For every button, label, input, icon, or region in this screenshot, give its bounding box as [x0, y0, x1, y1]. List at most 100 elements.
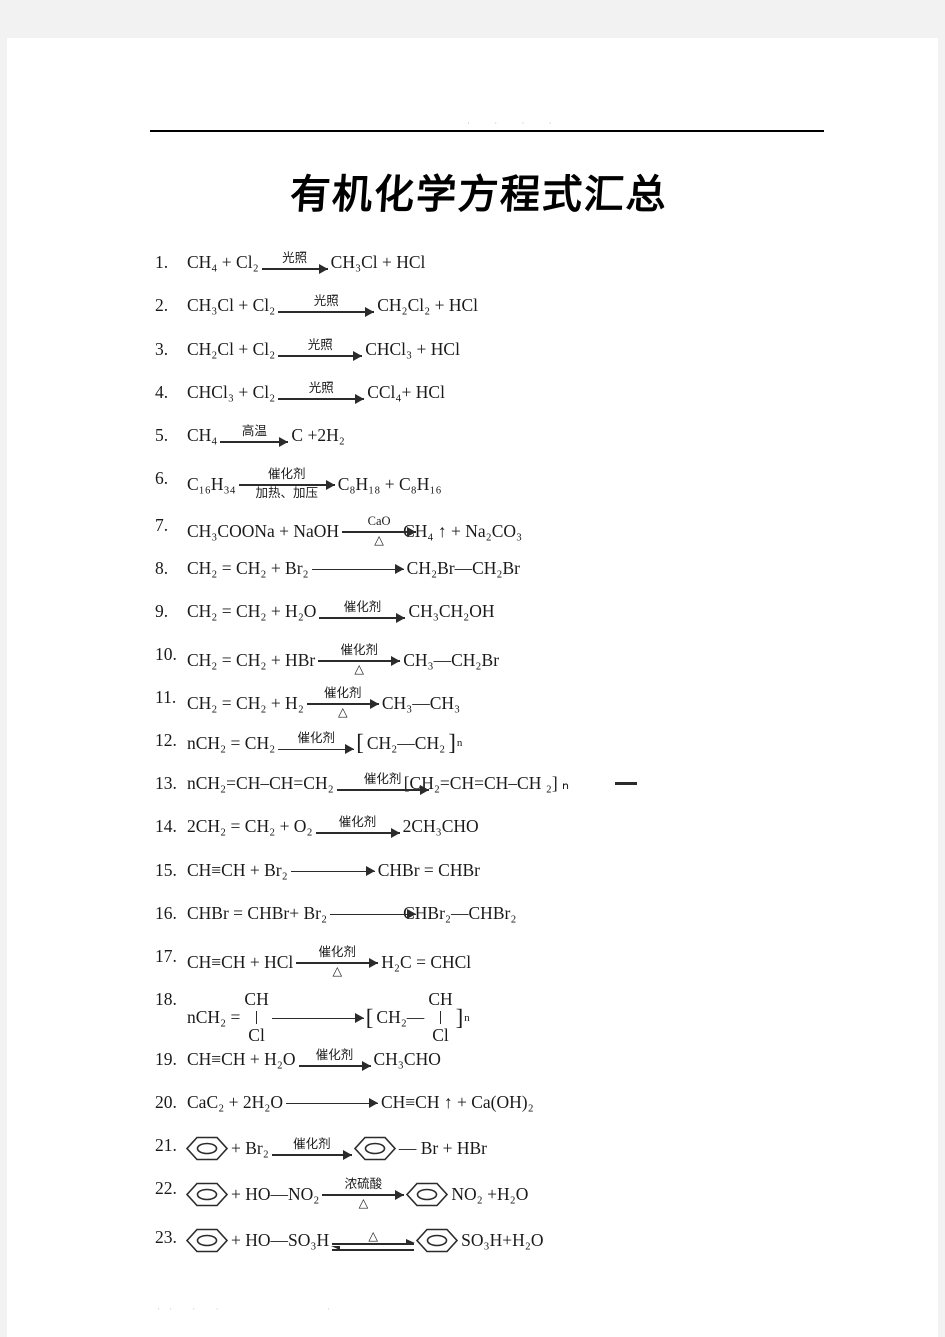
equation-row: 8. CH₂ = CH₂ + Br₂ CH₂Br—CH₂Br — [7, 558, 945, 579]
benzene-ring-reactant-icon — [185, 1227, 229, 1254]
equation-row: 16. CHBr = CHBr+ Br₂ CHBr₂—CHBr₂ — [7, 903, 945, 924]
arrow-shaft — [271, 1013, 364, 1023]
product-text: CH₂— — [376, 1007, 425, 1027]
equation-row: 10. CH₂ = CH₂ + HBr 催化剂 △ CH₃—CH₂Br — [7, 643, 945, 676]
reaction-arrow: 光照 — [278, 294, 375, 317]
equation-row: 11. CH₂ = CH₂ + H₂ 催化剂 △ CH₃—CH₃ — [7, 686, 945, 719]
arrow-shaft — [220, 436, 289, 447]
polymer-bracket-open: [ — [356, 730, 364, 755]
reactant-text: CH₂ = CH₂ + Br₂ — [187, 558, 309, 578]
equation-number: 7. — [155, 515, 169, 535]
arrow-shaft — [238, 479, 335, 490]
equation-number: 8. — [155, 558, 169, 578]
equation-number: 15. — [155, 860, 177, 880]
equation-body: nCH₂ = CH Cl[CH₂— CH Cl] n — [185, 989, 470, 1046]
arrow-shaft — [298, 1060, 371, 1071]
arrow-shaft — [278, 744, 355, 755]
product-text: CH₄ ↑ + Na₂CO₃ — [403, 520, 523, 541]
equation-number: 5. — [155, 425, 169, 445]
product-text: CH₂Br—CH₂Br — [406, 558, 520, 578]
equation-body: CH₄ + Cl₂ 光照 CH₃Cl + HCl — [185, 251, 427, 274]
equation-number: 19. — [155, 1049, 177, 1069]
equation-number: 12. — [155, 730, 177, 750]
reaction-arrow: 催化剂 — [336, 772, 429, 795]
reactant-text: nCH₂=CH–CH=CH₂ — [187, 773, 334, 794]
stray-dash-mark — [615, 782, 637, 785]
substituted-group: CH Cl — [426, 989, 454, 1046]
equation-row: 12. nCH₂ = CH₂ 催化剂[CH₂—CH₂] n — [7, 730, 945, 756]
arrow-shaft — [278, 306, 375, 317]
arrow-shaft — [278, 393, 365, 404]
equation-row: 21. + Br₂ 催化剂 — Br + HBr — [7, 1135, 945, 1162]
benzene-ring-reactant-icon — [185, 1135, 229, 1162]
product-text: CH₃—CH₃ — [381, 692, 461, 713]
reactant-text: CH₃COONa + NaOH — [187, 520, 340, 541]
arrow-shaft — [261, 263, 328, 274]
reaction-arrow: 浓硫酸 △ — [322, 1177, 405, 1210]
reactant-text: CHCl₃ + Cl₂ — [187, 382, 276, 403]
reactant-text: CH≡CH + H₂O — [187, 1049, 296, 1070]
equation-number: 17. — [155, 946, 177, 966]
arrow-shaft — [306, 698, 379, 709]
equation-row: 20. CaC₂ + 2H₂O CH≡CH ↑ + Ca(OH)₂ — [7, 1092, 945, 1113]
equation-number: 2. — [155, 295, 169, 315]
reactant-text: + HO—SO₃H — [231, 1230, 330, 1250]
equation-body: CH≡CH + HCl 催化剂 △ H₂C = CHCl — [185, 945, 473, 978]
equation-body: CH₂Cl + Cl₂ 光照 CHCl₃ + HCl — [185, 338, 462, 361]
equation-number: 23. — [155, 1227, 177, 1247]
equation-number: 4. — [155, 382, 169, 402]
reactant-text: CH₂ = CH₂ + H₂O — [187, 601, 317, 622]
product-text: C +2H₂ — [291, 425, 345, 446]
arrow-shaft — [318, 655, 401, 666]
equation-number: 10. — [155, 644, 177, 664]
polymer-subscript-n: n — [456, 737, 463, 749]
reaction-arrow — [290, 866, 375, 876]
equation-row: 23. + HO—SO₃H △ SO₃H+H₂O — [7, 1227, 945, 1254]
equation-number: 13. — [155, 773, 177, 793]
reactant-text: nCH₂ = CH₂ — [187, 732, 276, 753]
product-text: CH₃CH₂OH — [408, 601, 495, 622]
equation-row: 17. CH≡CH + HCl 催化剂 △ H₂C = CHCl — [7, 945, 945, 978]
equation-number: 22. — [155, 1178, 177, 1198]
product-text: CH≡CH ↑ + Ca(OH)₂ — [380, 1092, 534, 1112]
reactant-text: + HO—NO₂ — [231, 1183, 320, 1204]
equation-row: 2. CH₃Cl + Cl₂ 光照 CH₂Cl₂ + HCl — [7, 294, 945, 317]
arrow-shaft — [311, 564, 404, 574]
product-text: CH₂Cl₂ + HCl — [377, 295, 479, 316]
arrow-shaft — [319, 612, 406, 623]
arrowhead-left — [331, 1246, 341, 1251]
equation-number: 11. — [155, 687, 177, 707]
substituted-group: CH Cl — [242, 989, 270, 1046]
equation-number: 3. — [155, 339, 169, 359]
reaction-arrow: △ — [331, 1229, 416, 1251]
reaction-arrow: 催化剂 — [315, 815, 400, 838]
header-ornament-dots: · · · · — [467, 118, 563, 128]
reactant-substituent-label: Cl — [248, 1025, 265, 1045]
equation-number: 1. — [155, 252, 169, 272]
header-horizontal-rule — [150, 130, 824, 132]
equation-row: 14. 2CH₂ = CH₂ + O₂ 催化剂 2CH₃CHO — [7, 815, 945, 838]
product-text: — Br + HBr — [398, 1138, 487, 1158]
equation-body: + HO—NO₂ 浓硫酸 △ NO₂ +H₂O — [185, 1177, 530, 1210]
product-text: NO₂ +H₂O — [451, 1183, 529, 1204]
product-text: 2CH₃CHO — [402, 816, 479, 837]
reaction-arrow: 光照 — [278, 381, 365, 404]
bond-line — [255, 1011, 258, 1024]
equation-row: 15. CH≡CH + Br₂ CHBr = CHBr — [7, 860, 945, 881]
reactant-text: CH≡CH + HCl — [187, 951, 294, 972]
reaction-arrow: 催化剂 — [278, 732, 355, 755]
product-text: CH₂—CH₂ — [366, 732, 446, 753]
reactant-text: CH≡CH + Br₂ — [187, 860, 288, 880]
reactant-text: + Br₂ — [231, 1138, 269, 1158]
equation-body: CH₃Cl + Cl₂ 光照 CH₂Cl₂ + HCl — [185, 294, 480, 317]
reactant-text: 2CH₂ = CH₂ + O₂ — [187, 816, 313, 837]
reactant-text: CH₂ = CH₂ + HBr — [187, 649, 316, 670]
benzene-ring-reactant-icon — [185, 1181, 229, 1208]
product-text: CH₃—CH₂Br — [403, 649, 500, 670]
equation-body: CH₃COONa + NaOH CaO △ CH₄ ↑ + Na₂CO₃ — [185, 514, 524, 547]
reactant-text: nCH₂ = — [187, 1007, 241, 1027]
reaction-arrow — [311, 564, 404, 574]
reactant-text: CH₄ — [187, 425, 218, 446]
arrow-shaft — [342, 526, 417, 537]
product-text: C₈H₁₈ + C₈H₁₆ — [337, 473, 442, 494]
